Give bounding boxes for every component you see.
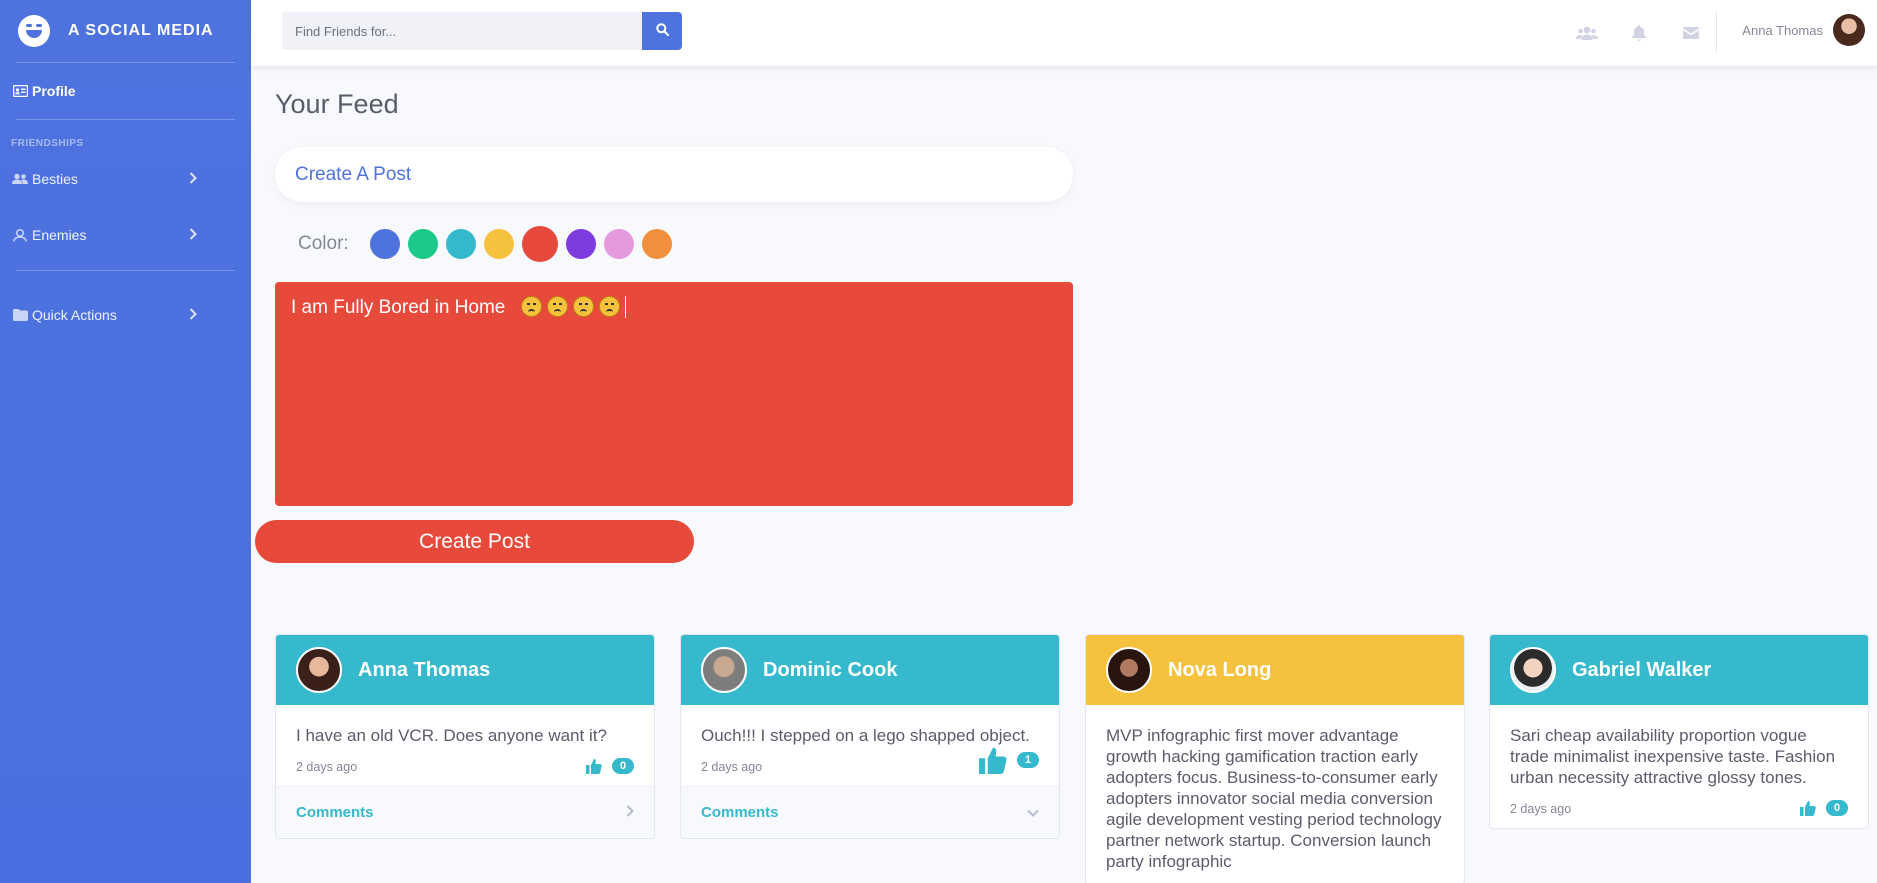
sidebar-item-label: Quick Actions (32, 307, 117, 323)
sidebar-heading: FRIENDSHIPS (11, 138, 84, 149)
sidebar-item-enemies[interactable]: Enemies (0, 200, 251, 270)
avatar[interactable] (296, 647, 342, 693)
post-time: 2 days ago (296, 760, 358, 774)
post-card-header: Gabriel Walker (1490, 635, 1868, 705)
color-picker: Color: (298, 226, 680, 262)
comments-label: Comments (701, 804, 779, 821)
like-count-badge: 1 (1017, 752, 1039, 768)
topbar-divider (1716, 12, 1717, 52)
post-text: I have an old VCR. Does anyone want it? (296, 726, 607, 745)
create-post-button[interactable]: Create Post (255, 520, 694, 563)
post-textarea[interactable]: I am Fully Bored in Home (275, 282, 1073, 506)
search-input[interactable] (282, 12, 642, 50)
brand[interactable]: A SOCIAL MEDIA (0, 0, 251, 62)
color-swatch-pink[interactable] (603, 229, 634, 259)
like-count-badge: 0 (1826, 800, 1848, 816)
thumbs-up-icon[interactable] (586, 758, 602, 774)
post-time: 2 days ago (1510, 802, 1572, 816)
search-button[interactable] (642, 12, 682, 50)
search-icon (655, 23, 669, 39)
folder-icon (12, 308, 28, 322)
post-text: Sari cheap availability proportion vogue… (1510, 726, 1836, 787)
user-skull-icon (12, 228, 28, 242)
avatar[interactable] (1510, 647, 1556, 693)
like-control[interactable]: 0 (1800, 800, 1848, 816)
friends-icon[interactable] (1561, 26, 1613, 40)
sidebar-item-label: Besties (32, 171, 78, 187)
like-control[interactable]: 0 (586, 758, 634, 774)
sidebar: A SOCIAL MEDIA Profile FRIENDSHIPS Besti… (0, 0, 251, 883)
chevron-right-icon (189, 227, 197, 243)
post-card-header: Anna Thomas (276, 635, 654, 705)
like-control[interactable]: 1 (979, 746, 1039, 774)
post-body: Ouch!!! I stepped on a lego shapped obje… (681, 705, 1059, 786)
page-title: Your Feed (275, 89, 399, 119)
post-author[interactable]: Dominic Cook (763, 659, 897, 682)
post-card-header: Nova Long (1086, 635, 1464, 705)
sad-face-emoji-icon (573, 296, 595, 317)
color-swatch-orange[interactable] (641, 229, 672, 259)
sidebar-item-profile[interactable]: Profile (0, 63, 251, 119)
post-card: Anna Thomas I have an old VCR. Does anyo… (275, 634, 655, 839)
sad-face-emoji-icon (547, 296, 569, 317)
bell-icon[interactable] (1613, 25, 1665, 41)
post-card: Gabriel Walker Sari cheap availability p… (1489, 634, 1869, 829)
smiley-logo-icon (18, 15, 50, 47)
user-menu[interactable]: Anna Thomas (1742, 14, 1865, 46)
topbar-icons (1561, 0, 1717, 66)
post-author[interactable]: Anna Thomas (358, 659, 490, 682)
chevron-right-icon (626, 804, 634, 822)
thumbs-up-icon[interactable] (979, 746, 1007, 774)
post-text: I am Fully Bored in Home (291, 297, 506, 318)
color-swatch-red[interactable] (521, 226, 558, 262)
comments-toggle[interactable]: Comments (681, 786, 1059, 838)
envelope-icon[interactable] (1665, 27, 1717, 39)
post-text: Ouch!!! I stepped on a lego shapped obje… (701, 726, 1030, 745)
color-swatch-purple[interactable] (565, 229, 596, 259)
post-card-header: Dominic Cook (681, 635, 1059, 705)
color-label: Color: (298, 233, 349, 254)
emoji-group (511, 296, 626, 318)
color-swatch-cyan[interactable] (445, 229, 476, 259)
thumbs-up-icon[interactable] (1800, 800, 1816, 816)
post-author[interactable]: Nova Long (1168, 659, 1271, 682)
avatar (1833, 14, 1865, 46)
post-card: Dominic Cook Ouch!!! I stepped on a lego… (680, 634, 1060, 839)
sidebar-item-label: Enemies (32, 227, 87, 243)
color-swatch-yellow[interactable] (483, 229, 514, 259)
post-body: Sari cheap availability proportion vogue… (1490, 705, 1868, 828)
color-swatch-green[interactable] (407, 229, 438, 259)
comments-label: Comments (296, 804, 374, 821)
comments-toggle[interactable]: Comments (276, 786, 654, 838)
chevron-down-icon (1027, 804, 1039, 822)
post-card: Nova Long MVP infographic first mover ad… (1085, 634, 1465, 883)
post-text: MVP infographic first mover advantage gr… (1106, 726, 1442, 871)
users-icon (12, 172, 28, 186)
post-body: I have an old VCR. Does anyone want it? … (276, 705, 654, 786)
brand-name: A SOCIAL MEDIA (68, 22, 214, 39)
topbar: Anna Thomas (251, 0, 1877, 66)
chevron-right-icon (189, 171, 197, 187)
sidebar-item-quick-actions[interactable]: Quick Actions (0, 271, 251, 359)
avatar[interactable] (1106, 647, 1152, 693)
avatar[interactable] (701, 647, 747, 693)
text-caret (625, 296, 627, 318)
post-author[interactable]: Gabriel Walker (1572, 659, 1711, 682)
create-post-header: Create A Post (275, 147, 1073, 202)
color-swatch-blue[interactable] (369, 229, 400, 259)
like-count-badge: 0 (612, 758, 634, 774)
search-bar (282, 12, 682, 50)
user-name: Anna Thomas (1742, 22, 1823, 38)
sad-face-emoji-icon (599, 296, 621, 317)
sad-face-emoji-icon (521, 296, 543, 317)
id-card-icon (12, 84, 28, 98)
post-body: MVP infographic first mover advantage gr… (1086, 705, 1464, 883)
sidebar-item-besties[interactable]: Besties (0, 158, 251, 200)
chevron-right-icon (189, 307, 197, 323)
sidebar-item-label: Profile (32, 83, 76, 99)
create-post-title: Create A Post (295, 163, 412, 185)
